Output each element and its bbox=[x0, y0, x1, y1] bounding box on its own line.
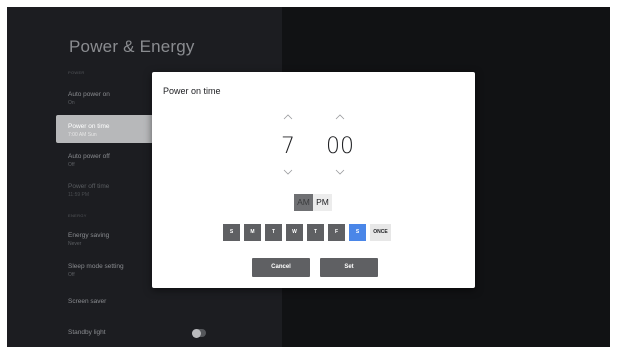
am-option[interactable]: AM bbox=[294, 194, 313, 211]
section-label-power: POWER bbox=[68, 70, 85, 75]
hour-down-chevron-icon[interactable] bbox=[268, 169, 308, 181]
day-selector: S M T W T F S ONCE bbox=[223, 224, 391, 241]
dialog-title: Power on time bbox=[163, 86, 221, 96]
section-label-energy: ENERGY bbox=[68, 213, 87, 218]
dialog-buttons: Cancel Set bbox=[252, 258, 378, 277]
menu-item-label: Screen saver bbox=[68, 298, 107, 305]
set-button[interactable]: Set bbox=[320, 258, 378, 277]
day-button-sunday[interactable]: S bbox=[223, 224, 240, 241]
menu-item-label: Standby light bbox=[68, 329, 106, 336]
page-title: Power & Energy bbox=[69, 37, 195, 56]
day-button-saturday[interactable]: S bbox=[349, 224, 366, 241]
pm-option[interactable]: PM bbox=[313, 194, 332, 211]
day-button-tuesday[interactable]: T bbox=[265, 224, 282, 241]
menu-item-screen-saver[interactable]: Screen saver bbox=[56, 292, 306, 320]
menu-item-standby-light[interactable]: Standby light bbox=[56, 323, 306, 347]
standby-light-toggle[interactable] bbox=[192, 328, 206, 338]
day-button-monday[interactable]: M bbox=[244, 224, 261, 241]
minute-up-chevron-icon[interactable] bbox=[320, 114, 360, 126]
day-button-wednesday[interactable]: W bbox=[286, 224, 303, 241]
day-button-thursday[interactable]: T bbox=[307, 224, 324, 241]
day-button-friday[interactable]: F bbox=[328, 224, 345, 241]
hour-value[interactable]: 7 bbox=[268, 134, 308, 160]
minute-spinner: 00 bbox=[320, 114, 360, 181]
power-on-time-dialog: Power on time 7 00 AM PM S M T W T F S O… bbox=[152, 72, 475, 288]
hour-spinner: 7 bbox=[268, 114, 308, 181]
once-button[interactable]: ONCE bbox=[370, 224, 391, 241]
minute-value[interactable]: 00 bbox=[320, 134, 360, 160]
cancel-button[interactable]: Cancel bbox=[252, 258, 310, 277]
minute-down-chevron-icon[interactable] bbox=[320, 169, 360, 181]
am-pm-selector: AM PM bbox=[294, 194, 332, 211]
toggle-knob bbox=[192, 328, 201, 338]
hour-up-chevron-icon[interactable] bbox=[268, 114, 308, 126]
